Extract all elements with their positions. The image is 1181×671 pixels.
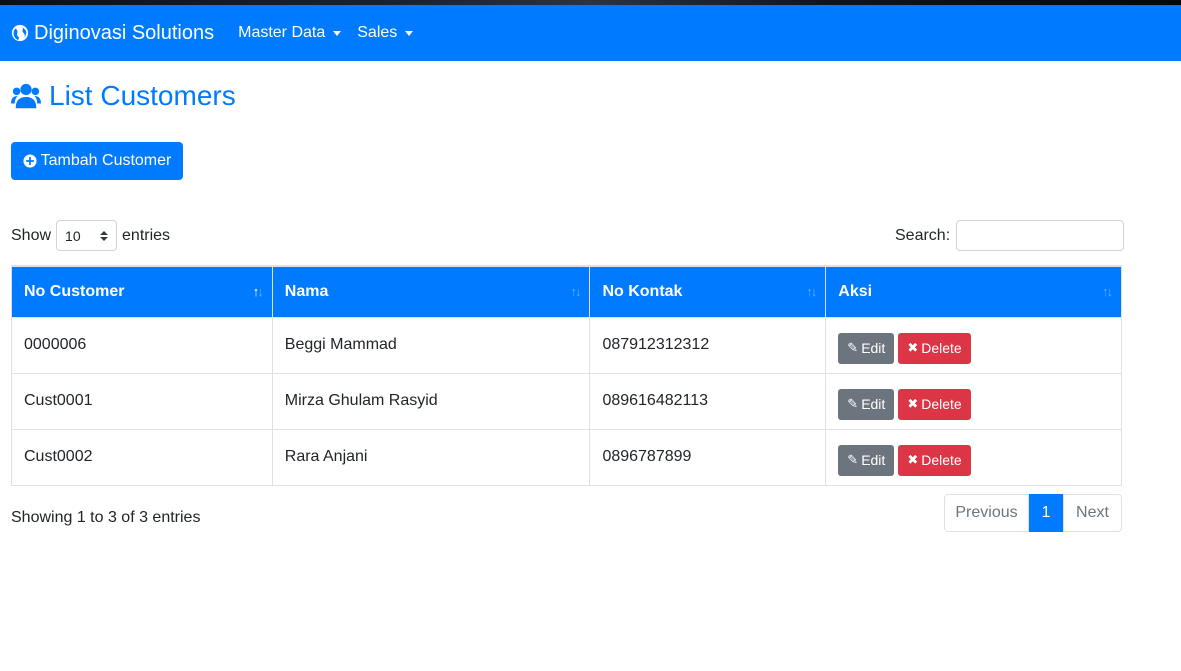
users-icon [11,83,41,109]
edit-button[interactable]: ✎ Edit [838,388,895,420]
edit-button[interactable]: ✎ Edit [838,444,895,476]
previous-page-button[interactable]: Previous [944,494,1029,532]
cell-no-kontak: 087912312312 [589,316,827,374]
cell-aksi: ✎ Edit ✖ Delete [825,372,1122,430]
edit-icon: ✎ [847,340,859,355]
delete-button[interactable]: ✖ Delete [898,332,971,364]
search-control: Search: [895,220,1125,251]
page-length-control: Show 10 entries [11,220,170,251]
column-header-aksi[interactable]: Aksi ↑↓ [825,265,1122,318]
edit-button[interactable]: ✎ Edit [838,332,895,364]
cell-no-customer: Cust0002 [11,428,273,486]
cell-no-customer: Cust0001 [11,372,273,430]
nav-master-data-label: Master Data [238,24,326,41]
sort-icon: ↑↓ [252,284,264,299]
pagination: Previous 1 Next [944,494,1122,532]
table-row: 0000006 Beggi Mammad 087912312312 ✎ Edit ✖… [11,316,1122,374]
plus-circle-icon [23,154,37,168]
table-header-row: No Customer ↑↓ Nama ↑↓ No Kontak ↑↓ Aksi… [11,265,1122,318]
cell-aksi: ✎ Edit ✖ Delete [825,316,1122,374]
navbar: Diginovasi Solutions Master Data Sales [0,5,1181,61]
sort-icon: ↑↓ [570,284,581,299]
show-label: Show [11,226,52,244]
customers-table: No Customer ↑↓ Nama ↑↓ No Kontak ↑↓ Aksi… [11,265,1122,486]
page-1-button[interactable]: 1 [1029,494,1063,532]
brand[interactable]: Diginovasi Solutions [11,22,214,45]
sort-icon: ↑↓ [1102,284,1113,299]
entries-label: entries [122,226,171,244]
edit-icon: ✎ [847,396,859,411]
table-row: Cust0002 Rara Anjani 0896787899 ✎ Edit ✖ De… [11,428,1122,486]
table-row: Cust0001 Mirza Ghulam Rasyid 08961648211… [11,372,1122,430]
globe-icon [11,24,29,42]
table-info: Showing 1 to 3 of 3 entries [11,509,201,526]
column-header-no-customer[interactable]: No Customer ↑↓ [11,265,273,318]
page-length-value: 10 [65,227,81,244]
close-icon: ✖ [907,452,919,467]
page-title-text: List Customers [49,80,236,111]
brand-name: Diginovasi Solutions [34,21,215,44]
add-customer-button[interactable]: Tambah Customer [11,142,183,180]
page-title: List Customers [11,80,236,112]
delete-button[interactable]: ✖ Delete [898,388,971,420]
search-label: Search: [895,226,951,244]
next-page-button[interactable]: Next [1063,494,1122,532]
edit-icon: ✎ [847,452,859,467]
page-length-select[interactable]: 10 [56,220,118,251]
sort-icon: ↑↓ [806,284,817,299]
close-icon: ✖ [907,396,919,411]
search-input[interactable] [956,220,1125,251]
column-header-nama[interactable]: Nama ↑↓ [271,265,591,318]
nav-sales-dropdown[interactable]: Sales [357,24,414,42]
cell-nama: Mirza Ghulam Rasyid [271,372,591,430]
cell-nama: Rara Anjani [271,428,591,486]
add-customer-label: Tambah Customer [40,152,172,169]
cell-no-kontak: 0896787899 [589,428,827,486]
close-icon: ✖ [907,340,919,355]
delete-button[interactable]: ✖ Delete [898,444,971,476]
table-header: No Customer ↑↓ Nama ↑↓ No Kontak ↑↓ Aksi… [11,265,1122,318]
table-body: 0000006 Beggi Mammad 087912312312 ✎ Edit ✖… [11,316,1122,486]
nav-sales-label: Sales [357,24,398,41]
cell-no-customer: 0000006 [11,316,273,374]
select-arrows-icon [100,230,109,241]
chevron-down-icon [405,31,414,36]
nav-master-data-dropdown[interactable]: Master Data [238,24,342,42]
cell-no-kontak: 089616482113 [589,372,827,430]
cell-nama: Beggi Mammad [271,316,591,374]
chevron-down-icon [333,31,342,36]
cell-aksi: ✎ Edit ✖ Delete [825,428,1122,486]
column-header-no-kontak[interactable]: No Kontak ↑↓ [589,265,827,318]
